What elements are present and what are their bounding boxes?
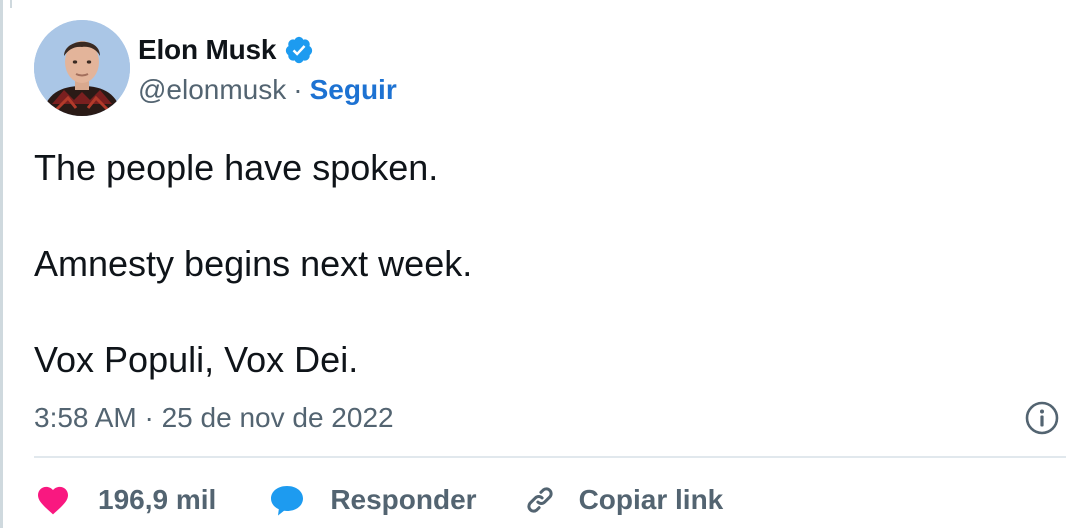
author-name-row: Elon Musk: [138, 30, 314, 70]
like-count: 196,9 mil: [98, 484, 217, 515]
author-display-name[interactable]: Elon Musk: [138, 34, 276, 66]
speech-bubble-icon: [268, 482, 306, 518]
copy-link-label: Copiar link: [578, 484, 724, 515]
heart-icon: [34, 482, 72, 518]
thread-connector: [10, 0, 12, 8]
tweet-line: Vox Populi, Vox Dei.: [34, 339, 359, 380]
like-button[interactable]: 196,9 mil: [34, 482, 216, 518]
verified-badge-icon: [284, 35, 314, 65]
follow-link[interactable]: Seguir: [310, 74, 397, 106]
copy-link-button[interactable]: Copiar link: [521, 482, 724, 518]
avatar[interactable]: [34, 20, 130, 116]
action-bar: 196,9 mil Responder Copiar link: [34, 478, 723, 522]
tweet-line: The people have spoken.: [34, 147, 439, 188]
thread-rule: [0, 0, 3, 528]
author-handle[interactable]: @elonmusk: [138, 74, 286, 106]
reply-button[interactable]: Responder: [268, 482, 477, 518]
reply-label: Responder: [330, 484, 477, 515]
tweet-timestamp[interactable]: 3:58 AM · 25 de nov de 2022: [34, 398, 394, 438]
tweet-text: The people have spoken. Amnesty begins n…: [34, 144, 1034, 384]
divider: [34, 456, 1066, 458]
tweet-line: Amnesty begins next week.: [34, 243, 473, 284]
link-icon: [521, 482, 559, 518]
avatar-image: [34, 20, 130, 116]
info-icon[interactable]: [1024, 400, 1060, 436]
author-handle-row: @elonmusk · Seguir: [138, 70, 397, 110]
handle-separator: ·: [293, 74, 303, 105]
